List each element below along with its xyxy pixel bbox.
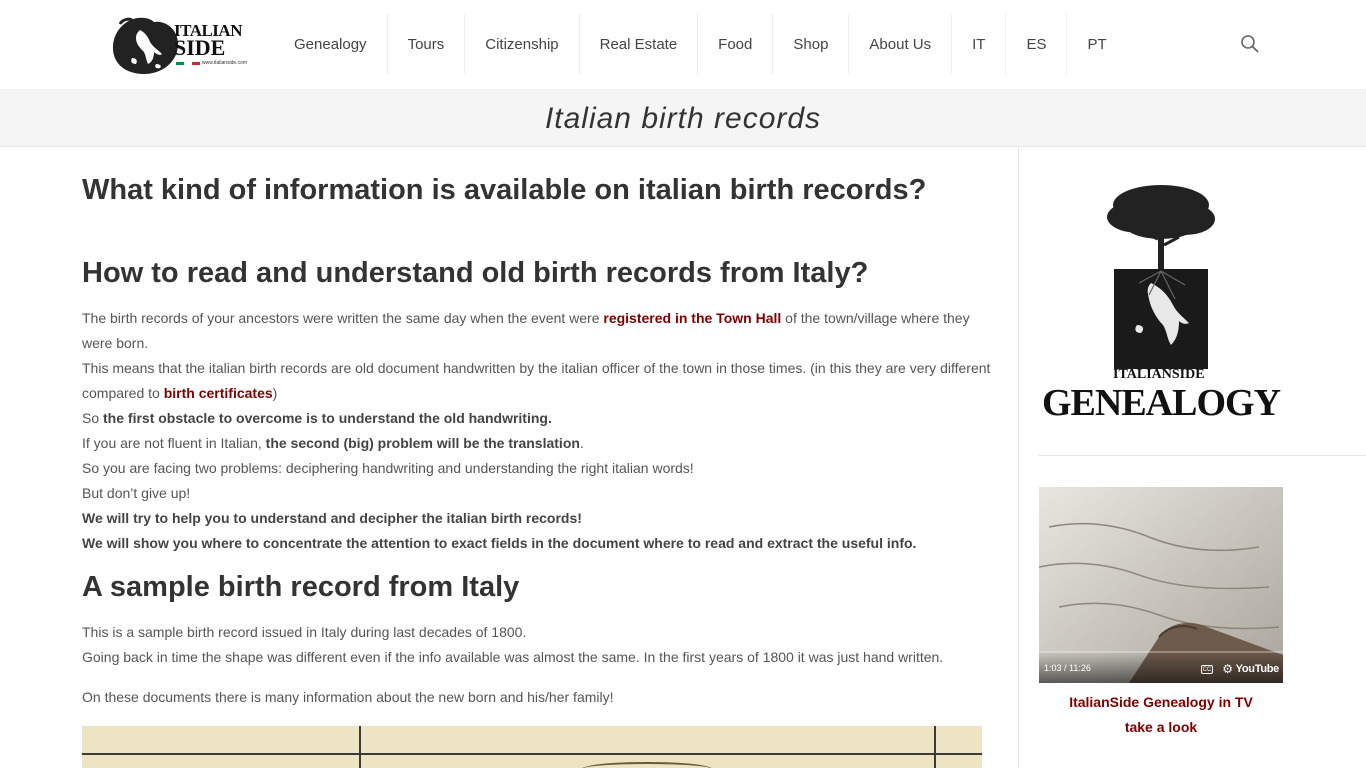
settings-gear-icon[interactable]: ⚙ (1222, 663, 1233, 675)
document-column-line (934, 726, 936, 768)
nav-about-us[interactable]: About Us (849, 14, 953, 74)
genealogy-logo-title: GENEALOGY (1041, 382, 1281, 424)
nav-real-estate[interactable]: Real Estate (580, 14, 699, 74)
logo-url: www.italianside.com (202, 60, 248, 66)
nav-lang-it[interactable]: IT (952, 14, 1007, 74)
heading-how-to-read: How to read and understand old birth rec… (82, 257, 869, 289)
italian-flag-stripe (176, 62, 200, 65)
intro-paragraph: The birth records of your ancestors were… (82, 310, 991, 551)
search-icon[interactable] (1240, 34, 1260, 54)
video-caption-cta[interactable]: take a look (1125, 719, 1197, 735)
sample-birth-record-image (82, 726, 982, 768)
site-logo[interactable]: ITALIAN SIDE www.italianside.com (110, 14, 247, 76)
handwriting-stroke (582, 762, 712, 768)
document-column-line (359, 726, 361, 768)
nav-genealogy[interactable]: Genealogy (274, 14, 388, 74)
nav-shop[interactable]: Shop (773, 14, 850, 74)
sample-description: This is a sample birth record issued in … (82, 624, 944, 665)
birth-certificates-link[interactable]: birth certificates (164, 385, 273, 401)
nav-citizenship[interactable]: Citizenship (465, 14, 580, 74)
nav-lang-pt[interactable]: PT (1067, 14, 1126, 74)
main-navigation: Genealogy Tours Citizenship Real Estate … (274, 14, 1127, 74)
tree-roots-italy-icon (1107, 185, 1215, 369)
nav-tours[interactable]: Tours (388, 14, 466, 74)
captions-icon[interactable]: CC (1201, 665, 1213, 674)
video-time: 1:03 / 11:26 (1044, 663, 1091, 673)
italy-leaf-logo-icon (112, 17, 178, 74)
video-caption[interactable]: ItalianSide Genealogy in TV take a look (1039, 690, 1283, 740)
information-note: On these documents there is many informa… (82, 689, 614, 705)
sidebar-separator (1038, 455, 1366, 456)
nav-lang-es[interactable]: ES (1006, 14, 1068, 74)
nav-food[interactable]: Food (698, 14, 774, 74)
heading-information-available: What kind of information is available on… (82, 174, 927, 206)
heading-sample-record: A sample birth record from Italy (82, 571, 520, 603)
genealogy-logo[interactable]: ITALIANSIDE GENEALOGY (1039, 175, 1283, 424)
page-title: Italian birth records (544, 102, 822, 135)
video-caption-title[interactable]: ItalianSide Genealogy in TV (1069, 694, 1253, 710)
document-rule (82, 753, 982, 755)
youtube-video-player[interactable]: 1:03 / 11:26 CC ⚙ YouTube (1039, 487, 1283, 683)
site-header: ITALIAN SIDE www.italianside.com Genealo… (0, 0, 1366, 90)
town-hall-link[interactable]: registered in the Town Hall (603, 310, 781, 326)
page-title-bar: Italian birth records (0, 90, 1366, 147)
sidebar-divider (1018, 147, 1019, 768)
youtube-logo[interactable]: YouTube (1236, 663, 1280, 675)
logo-wordmark: ITALIAN SIDE (174, 21, 242, 60)
